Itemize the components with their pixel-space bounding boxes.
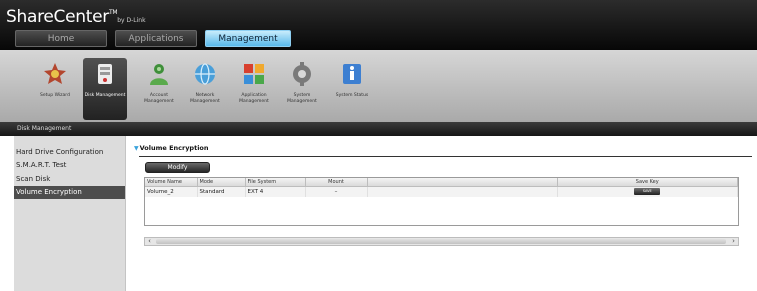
- scroll-left-icon[interactable]: ‹: [145, 238, 154, 245]
- title-divider: [139, 156, 752, 157]
- sidebar-item-scan-disk[interactable]: Scan Disk: [14, 172, 125, 185]
- toolbar-application-management[interactable]: Application Management: [232, 61, 276, 104]
- cell-mode: Standard: [197, 186, 246, 197]
- toolbar-account-management[interactable]: Account Management: [137, 61, 181, 104]
- column-header-blank: [367, 178, 558, 187]
- disk-management-icon: [98, 64, 112, 84]
- main-content: ▼Volume Encryption Modify Volume Name Mo…: [127, 136, 757, 291]
- save-key-button[interactable]: SAVE: [634, 188, 661, 196]
- toolbar-label: Account Management: [144, 93, 174, 104]
- top-header: ShareCenterTMby D-Link Home Applications…: [0, 0, 757, 50]
- cell-file-system: EXT 4: [245, 186, 306, 197]
- toolbar-label: Disk Management: [84, 93, 126, 98]
- toolbar-setup-wizard[interactable]: Setup Wizard: [33, 61, 77, 99]
- sidebar-item-smart-test[interactable]: S.M.A.R.T. Test: [14, 159, 125, 172]
- brand-tm: TM: [108, 9, 118, 16]
- cell-volume-name: Volume_2: [145, 186, 198, 197]
- management-toolbar: Setup Wizard Disk Management Account Man…: [0, 50, 757, 132]
- table-header-row: Volume Name Mode File System Mount Save …: [145, 178, 738, 187]
- column-header-file-system[interactable]: File System: [245, 178, 306, 187]
- wizard-icon: [44, 63, 66, 84]
- column-header-volume-name[interactable]: Volume Name: [145, 178, 198, 187]
- table-row[interactable]: Volume_2 Standard EXT 4 – SAVE: [145, 186, 738, 197]
- tab-home[interactable]: Home: [15, 30, 107, 47]
- section-title: Disk Management: [17, 125, 72, 132]
- panel-title[interactable]: ▼Volume Encryption: [134, 144, 209, 152]
- toolbar-label: Network Management: [190, 93, 220, 104]
- modify-button[interactable]: Modify: [145, 162, 210, 173]
- horizontal-scrollbar[interactable]: ‹ ›: [144, 237, 739, 246]
- network-icon: [195, 63, 215, 85]
- toolbar-label: System Management: [287, 93, 317, 104]
- section-title-bar: Disk Management: [0, 122, 757, 136]
- tab-applications[interactable]: Applications: [115, 30, 197, 47]
- info-icon: [343, 64, 361, 84]
- system-gear-icon: [293, 62, 311, 86]
- application-icon: [244, 64, 264, 84]
- cell-save-key: SAVE: [557, 186, 738, 197]
- toolbar-system-management[interactable]: System Management: [280, 61, 324, 104]
- cell-blank: [367, 186, 558, 197]
- panel-title-text: Volume Encryption: [139, 144, 209, 152]
- scrollbar-thumb[interactable]: [156, 239, 726, 244]
- toolbar-label: Application Management: [239, 93, 269, 104]
- scroll-right-icon[interactable]: ›: [729, 238, 738, 245]
- sidebar-item-hard-drive-configuration[interactable]: Hard Drive Configuration: [14, 145, 125, 158]
- toolbar-label: System Status: [335, 93, 369, 98]
- account-icon: [150, 64, 168, 85]
- toolbar-label: Setup Wizard: [40, 93, 70, 98]
- sidebar: Hard Drive Configuration S.M.A.R.T. Test…: [14, 136, 126, 291]
- toolbar-disk-management[interactable]: Disk Management: [83, 58, 127, 120]
- brand-name: ShareCenter: [6, 7, 109, 27]
- column-header-mode[interactable]: Mode: [197, 178, 246, 187]
- encryption-table: Volume Name Mode File System Mount Save …: [144, 177, 739, 226]
- collapse-arrow-icon[interactable]: ▼: [134, 145, 139, 152]
- column-header-save-key[interactable]: Save Key: [557, 178, 738, 187]
- toolbar-system-status[interactable]: System Status: [330, 61, 374, 99]
- column-header-mount[interactable]: Mount: [305, 178, 368, 187]
- app-logo: ShareCenterTMby D-Link: [6, 7, 146, 27]
- brand-sub: by D-Link: [117, 17, 146, 24]
- main-tabs: Home Applications Management: [15, 30, 299, 47]
- sidebar-item-volume-encryption[interactable]: Volume Encryption: [14, 185, 125, 199]
- tab-management[interactable]: Management: [205, 30, 291, 47]
- toolbar-network-management[interactable]: Network Management: [183, 61, 227, 104]
- cell-mount: –: [305, 186, 368, 197]
